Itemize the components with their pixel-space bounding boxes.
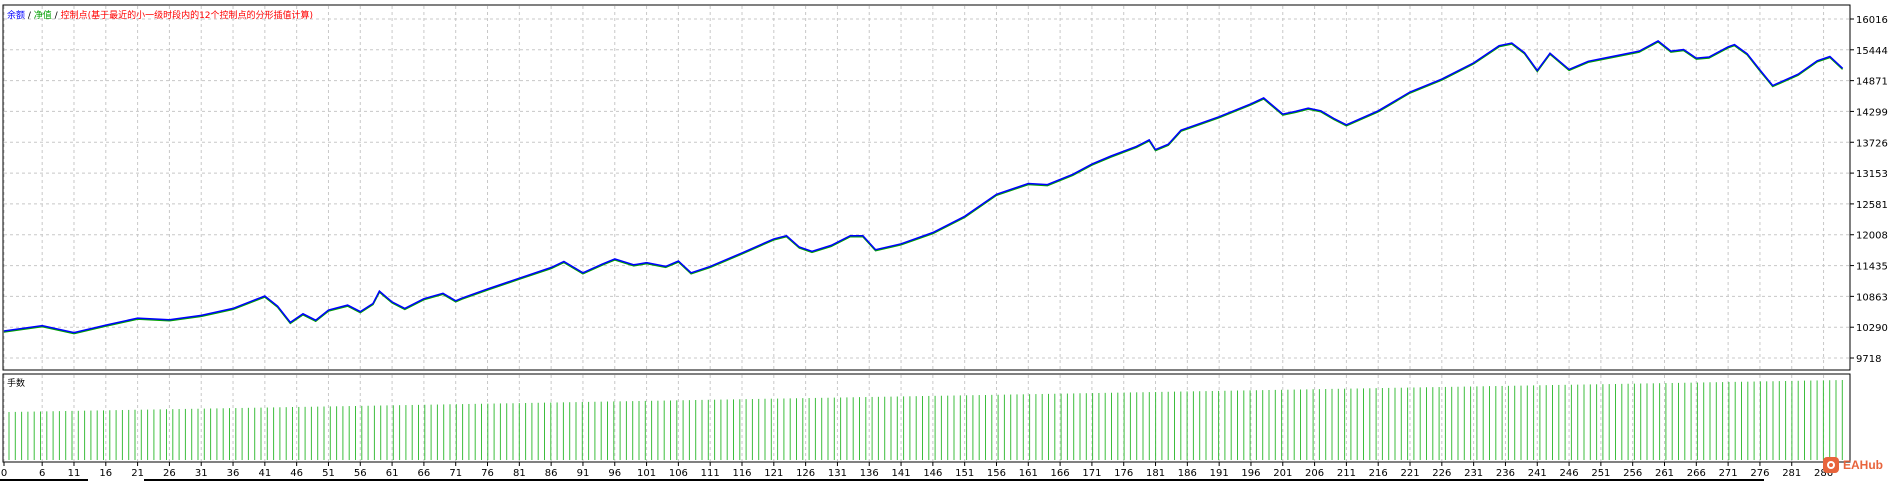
- x-tick-label: 151: [955, 468, 974, 479]
- y-axis: 9718 10290 10863 11435 12008 12581 13153 13726 1…: [1850, 15, 1888, 365]
- y-tick-label: 13153: [1856, 169, 1888, 180]
- x-tick-label: 21: [131, 468, 144, 479]
- watermark-text: EAHub: [1843, 458, 1883, 472]
- volume-panel-label: 手数: [7, 377, 25, 389]
- x-tick-label: 101: [637, 468, 656, 479]
- x-tick-label: 191: [1210, 468, 1229, 479]
- legend-equity: 净值: [34, 9, 52, 21]
- x-tick-label: 236: [1496, 468, 1515, 479]
- x-tick-label: 91: [577, 468, 590, 479]
- legend-control-points: 控制点(基于最近的小一级时段内的12个控制点的分形插值计算): [61, 9, 313, 21]
- chart: 9718 10290 10863 11435 12008 12581 13153 13726 1…: [1, 4, 1888, 479]
- x-tick-label: 66: [418, 468, 431, 479]
- x-tick-label: 6: [39, 468, 45, 479]
- y-tick-label: 10863: [1856, 292, 1888, 303]
- legend-balance: 余额: [7, 9, 25, 21]
- y-tick-label: 10290: [1856, 323, 1888, 334]
- x-tick-label: 231: [1464, 468, 1483, 479]
- y-tick-label: 14871: [1856, 77, 1888, 88]
- x-axis: 0 6 11 16 21 26 31 36 41 46 51 56 61 66 71 76 81 86 91 96 10…: [1, 462, 1833, 479]
- y-tick-label: 11435: [1856, 262, 1888, 273]
- x-tick-label: 46: [290, 468, 303, 479]
- x-tick-label: 216: [1369, 468, 1388, 479]
- x-tick-label: 121: [764, 468, 783, 479]
- x-tick-label: 206: [1305, 468, 1324, 479]
- x-tick-label: 26: [163, 468, 176, 479]
- x-tick-label: 241: [1528, 468, 1547, 479]
- y-tick-label: 13726: [1856, 138, 1888, 149]
- x-tick-label: 186: [1178, 468, 1197, 479]
- x-tick-label: 36: [227, 468, 240, 479]
- x-tick-label: 106: [669, 468, 688, 479]
- main-plot-area: [2, 4, 1851, 371]
- x-tick-label: 211: [1337, 468, 1356, 479]
- x-tick-label: 76: [481, 468, 494, 479]
- x-tick-label: 221: [1400, 468, 1419, 479]
- x-tick-label: 251: [1591, 468, 1610, 479]
- x-tick-label: 56: [354, 468, 367, 479]
- x-tick-label: 196: [1241, 468, 1260, 479]
- x-tick-label: 176: [1114, 468, 1133, 479]
- x-tick-label: 156: [987, 468, 1006, 479]
- x-tick-label: 126: [796, 468, 815, 479]
- x-tick-label: 41: [258, 468, 271, 479]
- x-tick-label: 0: [1, 468, 7, 479]
- x-tick-label: 51: [322, 468, 335, 479]
- x-tick-label: 281: [1782, 468, 1801, 479]
- x-tick-label: 261: [1655, 468, 1674, 479]
- legend: 余额 / 净值 / 控制点(基于最近的小一级时段内的12个控制点的分形插值计算): [7, 9, 313, 21]
- watermark: EAHub: [1823, 457, 1883, 473]
- legend-separator: /: [25, 11, 34, 21]
- y-tick-label: 12581: [1856, 200, 1888, 211]
- x-tick-label: 111: [701, 468, 720, 479]
- eahub-logo-icon: [1823, 457, 1839, 473]
- x-tick-label: 81: [513, 468, 526, 479]
- y-tick-label: 14299: [1856, 107, 1888, 118]
- x-tick-label: 86: [545, 468, 558, 479]
- x-tick-label: 171: [1082, 468, 1101, 479]
- y-tick-label: 15444: [1856, 46, 1888, 57]
- x-tick-label: 256: [1623, 468, 1642, 479]
- legend-separator: /: [52, 11, 61, 21]
- x-tick-label: 141: [892, 468, 911, 479]
- x-tick-label: 116: [732, 468, 751, 479]
- x-tick-label: 71: [449, 468, 462, 479]
- x-tick-label: 181: [1146, 468, 1165, 479]
- x-tick-label: 146: [923, 468, 942, 479]
- x-tick-label: 166: [1051, 468, 1070, 479]
- x-tick-label: 161: [1019, 468, 1038, 479]
- y-tick-label: 16016: [1856, 15, 1888, 26]
- x-tick-label: 266: [1687, 468, 1706, 479]
- x-tick-label: 31: [195, 468, 208, 479]
- x-tick-label: 96: [608, 468, 621, 479]
- x-tick-label: 61: [386, 468, 399, 479]
- x-tick-label: 11: [68, 468, 81, 479]
- x-tick-label: 246: [1560, 468, 1579, 479]
- x-tick-label: 16: [99, 468, 112, 479]
- x-tick-label: 131: [828, 468, 847, 479]
- x-tick-label: 226: [1432, 468, 1451, 479]
- x-tick-label: 276: [1750, 468, 1769, 479]
- y-tick-label: 12008: [1856, 231, 1888, 242]
- x-tick-label: 201: [1273, 468, 1292, 479]
- x-tick-label: 271: [1719, 468, 1738, 479]
- x-tick-label: 136: [860, 468, 879, 479]
- y-tick-label: 9718: [1856, 354, 1881, 365]
